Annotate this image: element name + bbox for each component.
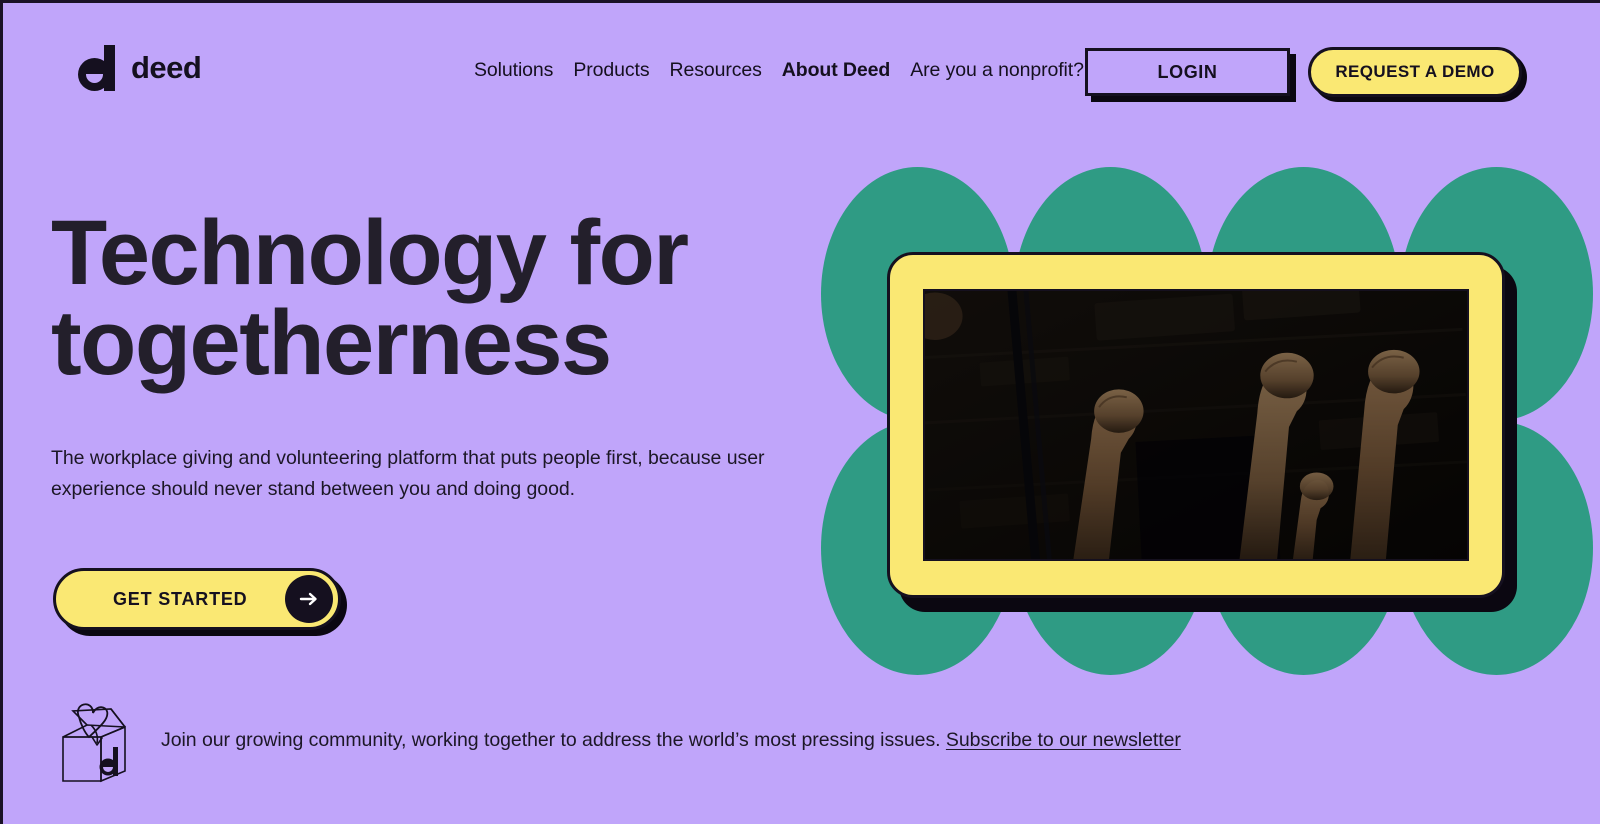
hero-video-card[interactable] bbox=[887, 252, 1505, 598]
hero-copy-block: Technology for togetherness The workplac… bbox=[51, 202, 871, 630]
footnote-text: Join our growing community, working toge… bbox=[161, 729, 1181, 752]
landing-page: deed Solutions Products Resources About … bbox=[3, 3, 1600, 824]
nav-item-are-you-a-nonprofit[interactable]: Are you a nonprofit? bbox=[900, 55, 1094, 86]
donation-box-heart-icon bbox=[51, 695, 139, 785]
login-button[interactable]: LOGIN bbox=[1085, 48, 1290, 96]
request-a-demo-button[interactable]: REQUEST A DEMO bbox=[1308, 47, 1522, 97]
hero-video-player[interactable] bbox=[923, 289, 1469, 561]
nav-item-products[interactable]: Products bbox=[563, 55, 659, 86]
newsletter-footnote: Join our growing community, working toge… bbox=[51, 695, 1181, 785]
nav-item-solutions[interactable]: Solutions bbox=[464, 55, 563, 86]
footnote-sentence: Join our growing community, working toge… bbox=[161, 728, 941, 751]
logo-wordmark: deed bbox=[131, 49, 202, 85]
page-title: Technology for togetherness bbox=[51, 202, 689, 395]
hero-subheading: The workplace giving and volunteering pl… bbox=[51, 447, 765, 500]
deed-logo[interactable]: deed bbox=[78, 45, 202, 91]
site-header: deed Solutions Products Resources About … bbox=[3, 3, 1600, 125]
get-started-label: GET STARTED bbox=[113, 588, 248, 609]
deed-d-logo-icon bbox=[78, 45, 122, 91]
subscribe-newsletter-link[interactable]: Subscribe to our newsletter bbox=[946, 729, 1181, 751]
nav-item-about-deed[interactable]: About Deed bbox=[772, 55, 900, 86]
nav-item-resources[interactable]: Resources bbox=[659, 55, 771, 86]
arrow-right-icon bbox=[285, 575, 333, 623]
get-started-button[interactable]: GET STARTED bbox=[53, 568, 341, 630]
primary-nav: Solutions Products Resources About Deed … bbox=[464, 55, 1094, 86]
